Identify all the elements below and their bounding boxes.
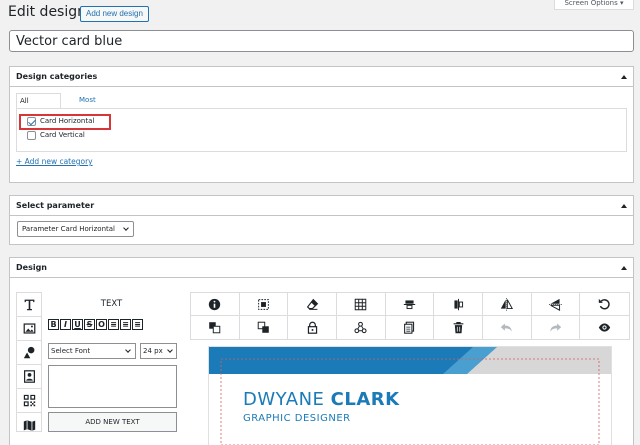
chevron-down-icon bbox=[125, 347, 131, 353]
align-center-button[interactable]: ≡ bbox=[120, 319, 131, 330]
design-title: Design bbox=[16, 263, 47, 272]
send-backward-icon[interactable] bbox=[240, 316, 289, 339]
undo-icon[interactable] bbox=[483, 316, 532, 339]
preview-icon[interactable] bbox=[580, 316, 629, 339]
shapes-tool-icon[interactable] bbox=[17, 341, 41, 365]
parameter-select-value: Parameter Card Horizontal bbox=[22, 225, 115, 233]
tab-all-categories[interactable]: All categories bbox=[16, 93, 61, 119]
parameter-select[interactable]: Parameter Card Horizontal bbox=[17, 221, 134, 237]
card-canvas[interactable]: DWYANE CLARK GRAPHIC DESIGNER bbox=[208, 346, 612, 445]
design-categories-title: Design categories bbox=[16, 72, 98, 81]
qrcode-tool-icon[interactable] bbox=[17, 389, 41, 413]
italic-button[interactable]: I bbox=[60, 319, 71, 330]
chevron-down-icon bbox=[167, 347, 173, 353]
design-panel: Design TEXT B I U S O ≡ ≡ ≡ Select Font … bbox=[9, 257, 634, 445]
redo-icon[interactable] bbox=[532, 316, 581, 339]
align-center-v-icon[interactable] bbox=[434, 293, 483, 316]
card-job-title[interactable]: GRAPHIC DESIGNER bbox=[243, 413, 351, 424]
duplicate-icon[interactable] bbox=[386, 316, 435, 339]
collapse-arrow-icon[interactable] bbox=[621, 75, 627, 79]
group-icon[interactable] bbox=[337, 316, 386, 339]
overline-button[interactable]: O bbox=[96, 319, 107, 330]
lock-icon[interactable] bbox=[288, 316, 337, 339]
add-new-category-link[interactable]: + Add new category bbox=[16, 157, 93, 166]
strikethrough-button[interactable]: S bbox=[84, 319, 95, 330]
chevron-down-icon bbox=[123, 225, 129, 231]
add-new-text-button[interactable]: ADD NEW TEXT bbox=[48, 412, 177, 432]
text-content-textarea[interactable] bbox=[48, 365, 177, 408]
bold-button[interactable]: B bbox=[48, 319, 59, 330]
select-parameter-heading[interactable]: Select parameter bbox=[10, 196, 633, 216]
info-icon[interactable] bbox=[191, 293, 240, 316]
reset-icon[interactable] bbox=[580, 293, 629, 316]
align-right-button[interactable]: ≡ bbox=[132, 319, 143, 330]
trash-icon[interactable] bbox=[434, 316, 483, 339]
flip-vertical-icon[interactable] bbox=[531, 293, 581, 316]
text-panel-heading: TEXT bbox=[100, 299, 123, 309]
card-name[interactable]: DWYANE CLARK bbox=[243, 389, 400, 410]
portrait-tool-icon[interactable] bbox=[17, 365, 41, 389]
card-first-name: DWYANE bbox=[243, 389, 325, 410]
collapse-arrow-icon[interactable] bbox=[621, 266, 627, 270]
text-tool-icon[interactable] bbox=[17, 293, 41, 317]
left-toolbar bbox=[16, 292, 42, 432]
select-area-icon[interactable] bbox=[239, 293, 289, 316]
add-new-design-button[interactable]: Add new design bbox=[80, 6, 149, 22]
align-center-h-icon[interactable] bbox=[385, 293, 435, 316]
grid-icon[interactable] bbox=[337, 293, 386, 316]
font-select-value: Select Font bbox=[51, 347, 91, 355]
design-name-input[interactable] bbox=[9, 30, 634, 52]
eraser-icon[interactable] bbox=[288, 293, 337, 316]
page-title: Edit design bbox=[8, 4, 87, 20]
font-size-value: 24 px bbox=[143, 347, 163, 355]
canvas-toolbar bbox=[190, 292, 630, 340]
category-label-card-vertical: Card Vertical bbox=[40, 131, 85, 139]
align-left-button[interactable]: ≡ bbox=[108, 319, 119, 330]
map-tool-icon[interactable] bbox=[17, 413, 41, 437]
text-panel: TEXT B I U S O ≡ ≡ ≡ Select Font 24 px A… bbox=[46, 292, 177, 432]
font-select[interactable]: Select Font bbox=[48, 343, 136, 359]
design-categories-heading[interactable]: Design categories bbox=[10, 67, 633, 87]
design-heading[interactable]: Design bbox=[10, 258, 633, 278]
tab-most-used[interactable]: Most Used bbox=[76, 93, 100, 118]
select-parameter-panel: Select parameter Parameter Card Horizont… bbox=[9, 195, 634, 245]
highlight-box bbox=[19, 114, 111, 130]
flip-horizontal-icon[interactable] bbox=[483, 293, 532, 316]
design-categories-panel: Design categories All categories Most Us… bbox=[9, 66, 634, 183]
font-size-select[interactable]: 24 px bbox=[140, 343, 177, 359]
select-parameter-title: Select parameter bbox=[16, 201, 95, 210]
image-tool-icon[interactable] bbox=[17, 317, 41, 341]
format-buttons: B I U S O ≡ ≡ ≡ bbox=[48, 319, 143, 330]
bring-forward-icon[interactable] bbox=[191, 316, 240, 339]
underline-button[interactable]: U bbox=[72, 319, 83, 330]
checkbox-card-vertical[interactable] bbox=[27, 131, 36, 140]
screen-options-button[interactable]: Screen Options ▾ bbox=[554, 0, 634, 10]
card-last-name: CLARK bbox=[330, 389, 400, 410]
collapse-arrow-icon[interactable] bbox=[621, 204, 627, 208]
